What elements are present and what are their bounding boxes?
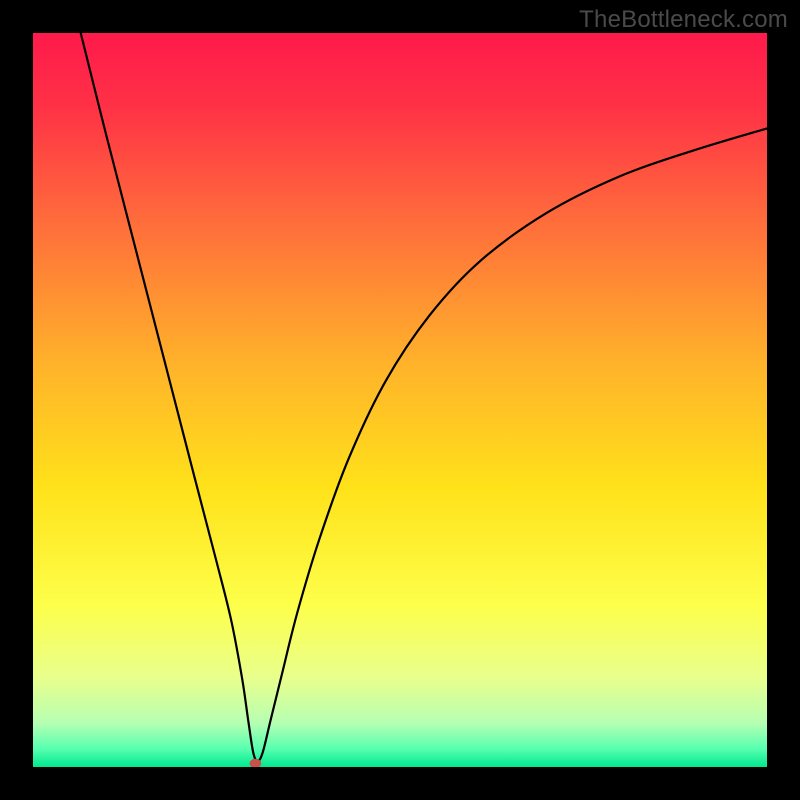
chart-svg (33, 33, 767, 767)
gradient-background (33, 33, 767, 767)
chart-frame: TheBottleneck.com (0, 0, 800, 800)
watermark-text: TheBottleneck.com (579, 6, 788, 34)
plot-area (33, 33, 767, 767)
